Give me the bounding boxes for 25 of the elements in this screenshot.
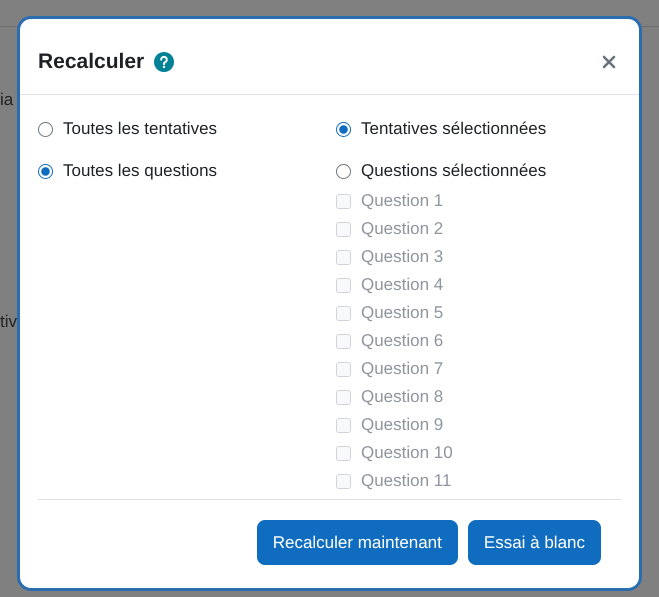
- option-label: Tentatives sélectionnées: [361, 119, 546, 139]
- question-label: Question 4: [361, 275, 444, 295]
- background-text: tiv: [0, 312, 17, 332]
- question-label: Question 10: [361, 443, 453, 463]
- question-label: Question 1: [361, 191, 444, 211]
- option-label: Toutes les tentatives: [63, 119, 218, 139]
- question-label: Question 7: [361, 359, 444, 379]
- question-label: Question 6: [361, 331, 444, 351]
- question-label: Question 2: [361, 219, 444, 239]
- option-label: Toutes les questions: [63, 161, 218, 181]
- background-text: ia: [0, 90, 14, 110]
- question-label: Question 5: [361, 303, 444, 323]
- radio-button[interactable]: [38, 122, 53, 136]
- question-label: Question 8: [361, 387, 444, 407]
- option-label: Questions sélectionnées: [361, 161, 546, 181]
- action-button[interactable]: Essai à blanc: [468, 520, 601, 565]
- dialog-title: Recalculer: [38, 50, 144, 74]
- radio-button[interactable]: [336, 164, 351, 178]
- action-button[interactable]: Recalculer maintenant: [256, 520, 458, 565]
- question-label: Question 3: [361, 247, 444, 267]
- help-icon[interactable]: [154, 52, 174, 72]
- question-label: Question 9: [361, 415, 444, 435]
- question-label: Question 11: [361, 471, 452, 491]
- radio-button[interactable]: [38, 164, 53, 178]
- radio-button[interactable]: [336, 122, 351, 136]
